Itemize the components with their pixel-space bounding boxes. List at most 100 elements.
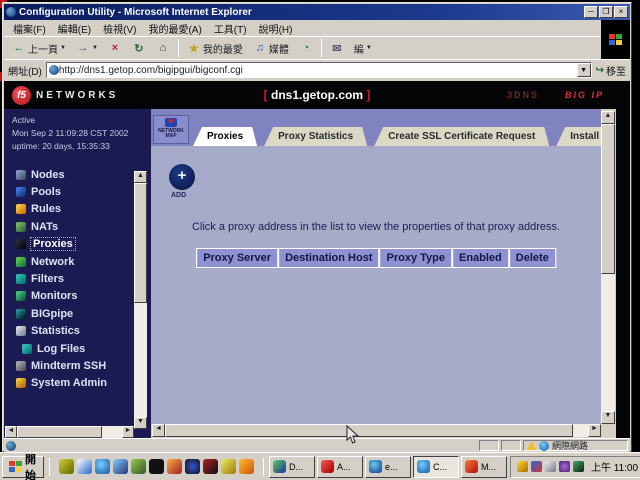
sidebar-item-rules[interactable]: Rules: [16, 201, 151, 218]
task-button-configuration-utility[interactable]: C...: [413, 456, 459, 478]
task-button-5[interactable]: M...: [461, 456, 507, 478]
address-dropdown-icon[interactable]: ▼: [577, 63, 591, 77]
input-locale-icon[interactable]: [531, 461, 542, 472]
task-button-1[interactable]: D...: [269, 456, 315, 478]
stop-icon: ×: [108, 41, 122, 55]
app-icon: [321, 460, 334, 473]
sidebar-item-pools[interactable]: Pools: [16, 183, 151, 200]
media-icon[interactable]: [239, 459, 254, 474]
volume-icon[interactable]: [517, 461, 528, 472]
msn-icon[interactable]: [113, 459, 128, 474]
col-proxy-type: Proxy Type: [380, 249, 451, 267]
minimize-button[interactable]: ─: [584, 6, 598, 18]
link-3dns[interactable]: 3DNS: [507, 90, 539, 100]
tab-install-ssl-certificate[interactable]: Install SSL Certifi: [556, 127, 601, 146]
back-button[interactable]: ← 上一頁 ▼: [8, 39, 70, 58]
edit-button[interactable]: 編 ▼: [350, 39, 376, 58]
start-button[interactable]: 開始: [2, 456, 44, 478]
antivirus-icon[interactable]: [559, 461, 570, 472]
scroll-down-icon[interactable]: ▼: [601, 411, 615, 424]
forward-button[interactable]: → ▼: [72, 39, 102, 57]
nodes-icon: [16, 170, 26, 180]
sidebar-item-monitors[interactable]: Monitors: [16, 288, 151, 305]
title-bar[interactable]: Configuration Utility - Microsoft Intern…: [4, 4, 630, 20]
keys-icon[interactable]: [221, 459, 236, 474]
network-map-icon: [165, 118, 177, 127]
address-combo[interactable]: ▼: [46, 62, 592, 78]
task-button-2[interactable]: A...: [317, 456, 363, 478]
scroll-right-icon[interactable]: ►: [588, 424, 601, 437]
go-button[interactable]: ↪ 移至: [596, 63, 626, 78]
menu-favorites[interactable]: 我的最愛(A): [143, 20, 206, 37]
sidebar-item-nodes[interactable]: Nodes: [16, 166, 151, 183]
tab-proxies[interactable]: Proxies: [193, 127, 257, 146]
scroll-left-icon[interactable]: ◄: [5, 426, 17, 438]
sidebar-item-filters[interactable]: Filters: [16, 270, 151, 287]
f5-logo-icon[interactable]: f5: [12, 86, 31, 105]
sidebar-item-mindterm-ssh[interactable]: Mindterm SSH: [16, 357, 151, 374]
network-status-icon[interactable]: [573, 461, 584, 472]
pools-icon: [16, 187, 26, 197]
sidebar-item-statistics[interactable]: Statistics: [16, 323, 151, 340]
winamp-icon[interactable]: [167, 459, 182, 474]
ie-icon[interactable]: [95, 459, 110, 474]
menu-edit[interactable]: 編輯(E): [53, 20, 96, 37]
add-button[interactable]: +: [169, 164, 195, 190]
scroll-left-icon[interactable]: ◄: [152, 424, 165, 437]
sidebar-item-network[interactable]: Network: [16, 253, 151, 270]
internet-zone-icon: [539, 441, 549, 451]
sidebar: Active Mon Sep 2 11:09:28 CST 2002 uptim…: [4, 109, 151, 438]
scroll-right-icon[interactable]: ►: [122, 426, 134, 438]
address-input[interactable]: [59, 65, 577, 76]
stop-button[interactable]: ×: [104, 39, 126, 57]
history-icon: ◔: [299, 41, 313, 55]
outlook-icon[interactable]: [77, 459, 92, 474]
sidebar-item-proxies[interactable]: Proxies: [16, 236, 151, 253]
main-vscroll-thumb[interactable]: [601, 124, 615, 274]
sidebar-vscroll-thumb[interactable]: [134, 183, 147, 303]
menu-view[interactable]: 檢視(V): [98, 20, 141, 37]
scroll-up-icon[interactable]: ▲: [134, 171, 147, 183]
network-map-button[interactable]: NETWORK MAP: [153, 115, 189, 144]
scroll-up-icon[interactable]: ▲: [601, 111, 615, 124]
add-button-label: ADD: [171, 192, 186, 199]
proxy-table-header: Proxy Server Destination Host Proxy Type…: [196, 248, 556, 268]
tab-create-ssl-certificate-request[interactable]: Create SSL Certificate Request: [374, 127, 549, 146]
scroll-down-icon[interactable]: ▼: [134, 417, 147, 429]
sidebar-item-bigpipe[interactable]: BIGpipe: [16, 305, 151, 322]
netmeeting-icon[interactable]: [185, 459, 200, 474]
menu-help[interactable]: 說明(H): [254, 20, 298, 37]
home-button[interactable]: ⌂: [152, 39, 174, 57]
tab-proxy-statistics[interactable]: Proxy Statistics: [264, 127, 367, 146]
sidebar-hscroll-thumb[interactable]: [17, 426, 102, 438]
display-icon[interactable]: [545, 461, 556, 472]
sidebar-hscrollbar[interactable]: ◄ ►: [5, 426, 134, 438]
maximize-button[interactable]: ❐: [599, 6, 613, 18]
sidebar-item-logfiles[interactable]: Log Files: [16, 340, 151, 357]
realplayer-icon[interactable]: [203, 459, 218, 474]
main-vscrollbar[interactable]: ▲ ▼: [601, 111, 615, 424]
status-state: Active: [12, 114, 151, 127]
console-icon[interactable]: [149, 459, 164, 474]
sidebar-item-system-admin[interactable]: System Admin: [16, 375, 151, 392]
history-button[interactable]: ◔: [295, 39, 317, 57]
main-hscrollbar[interactable]: ◄ ►: [152, 424, 601, 437]
main-hscroll-thumb[interactable]: [165, 424, 573, 437]
sidebar-vscrollbar[interactable]: ▲ ▼: [134, 171, 147, 429]
media-button[interactable]: ♫ 媒體: [249, 39, 293, 58]
sidebar-item-nats[interactable]: NATs: [16, 218, 151, 235]
hostname-banner: [ dns1.getop.com ]: [264, 88, 371, 102]
acdsee-icon[interactable]: [131, 459, 146, 474]
task-button-3[interactable]: e...: [365, 456, 411, 478]
refresh-button[interactable]: ↻: [128, 39, 150, 57]
close-button[interactable]: ×: [614, 6, 628, 18]
quick-launch: [55, 459, 258, 474]
mail-button[interactable]: ✉: [326, 39, 348, 57]
go-icon: ↪: [596, 65, 604, 76]
favorites-button[interactable]: ★ 我的最愛: [183, 39, 247, 58]
show-desktop-icon[interactable]: [59, 459, 74, 474]
menu-tools[interactable]: 工具(T): [209, 20, 252, 37]
bigpipe-icon: [16, 309, 26, 319]
link-bigip[interactable]: BIG IP: [565, 90, 604, 100]
menu-file[interactable]: 檔案(F): [8, 20, 51, 37]
